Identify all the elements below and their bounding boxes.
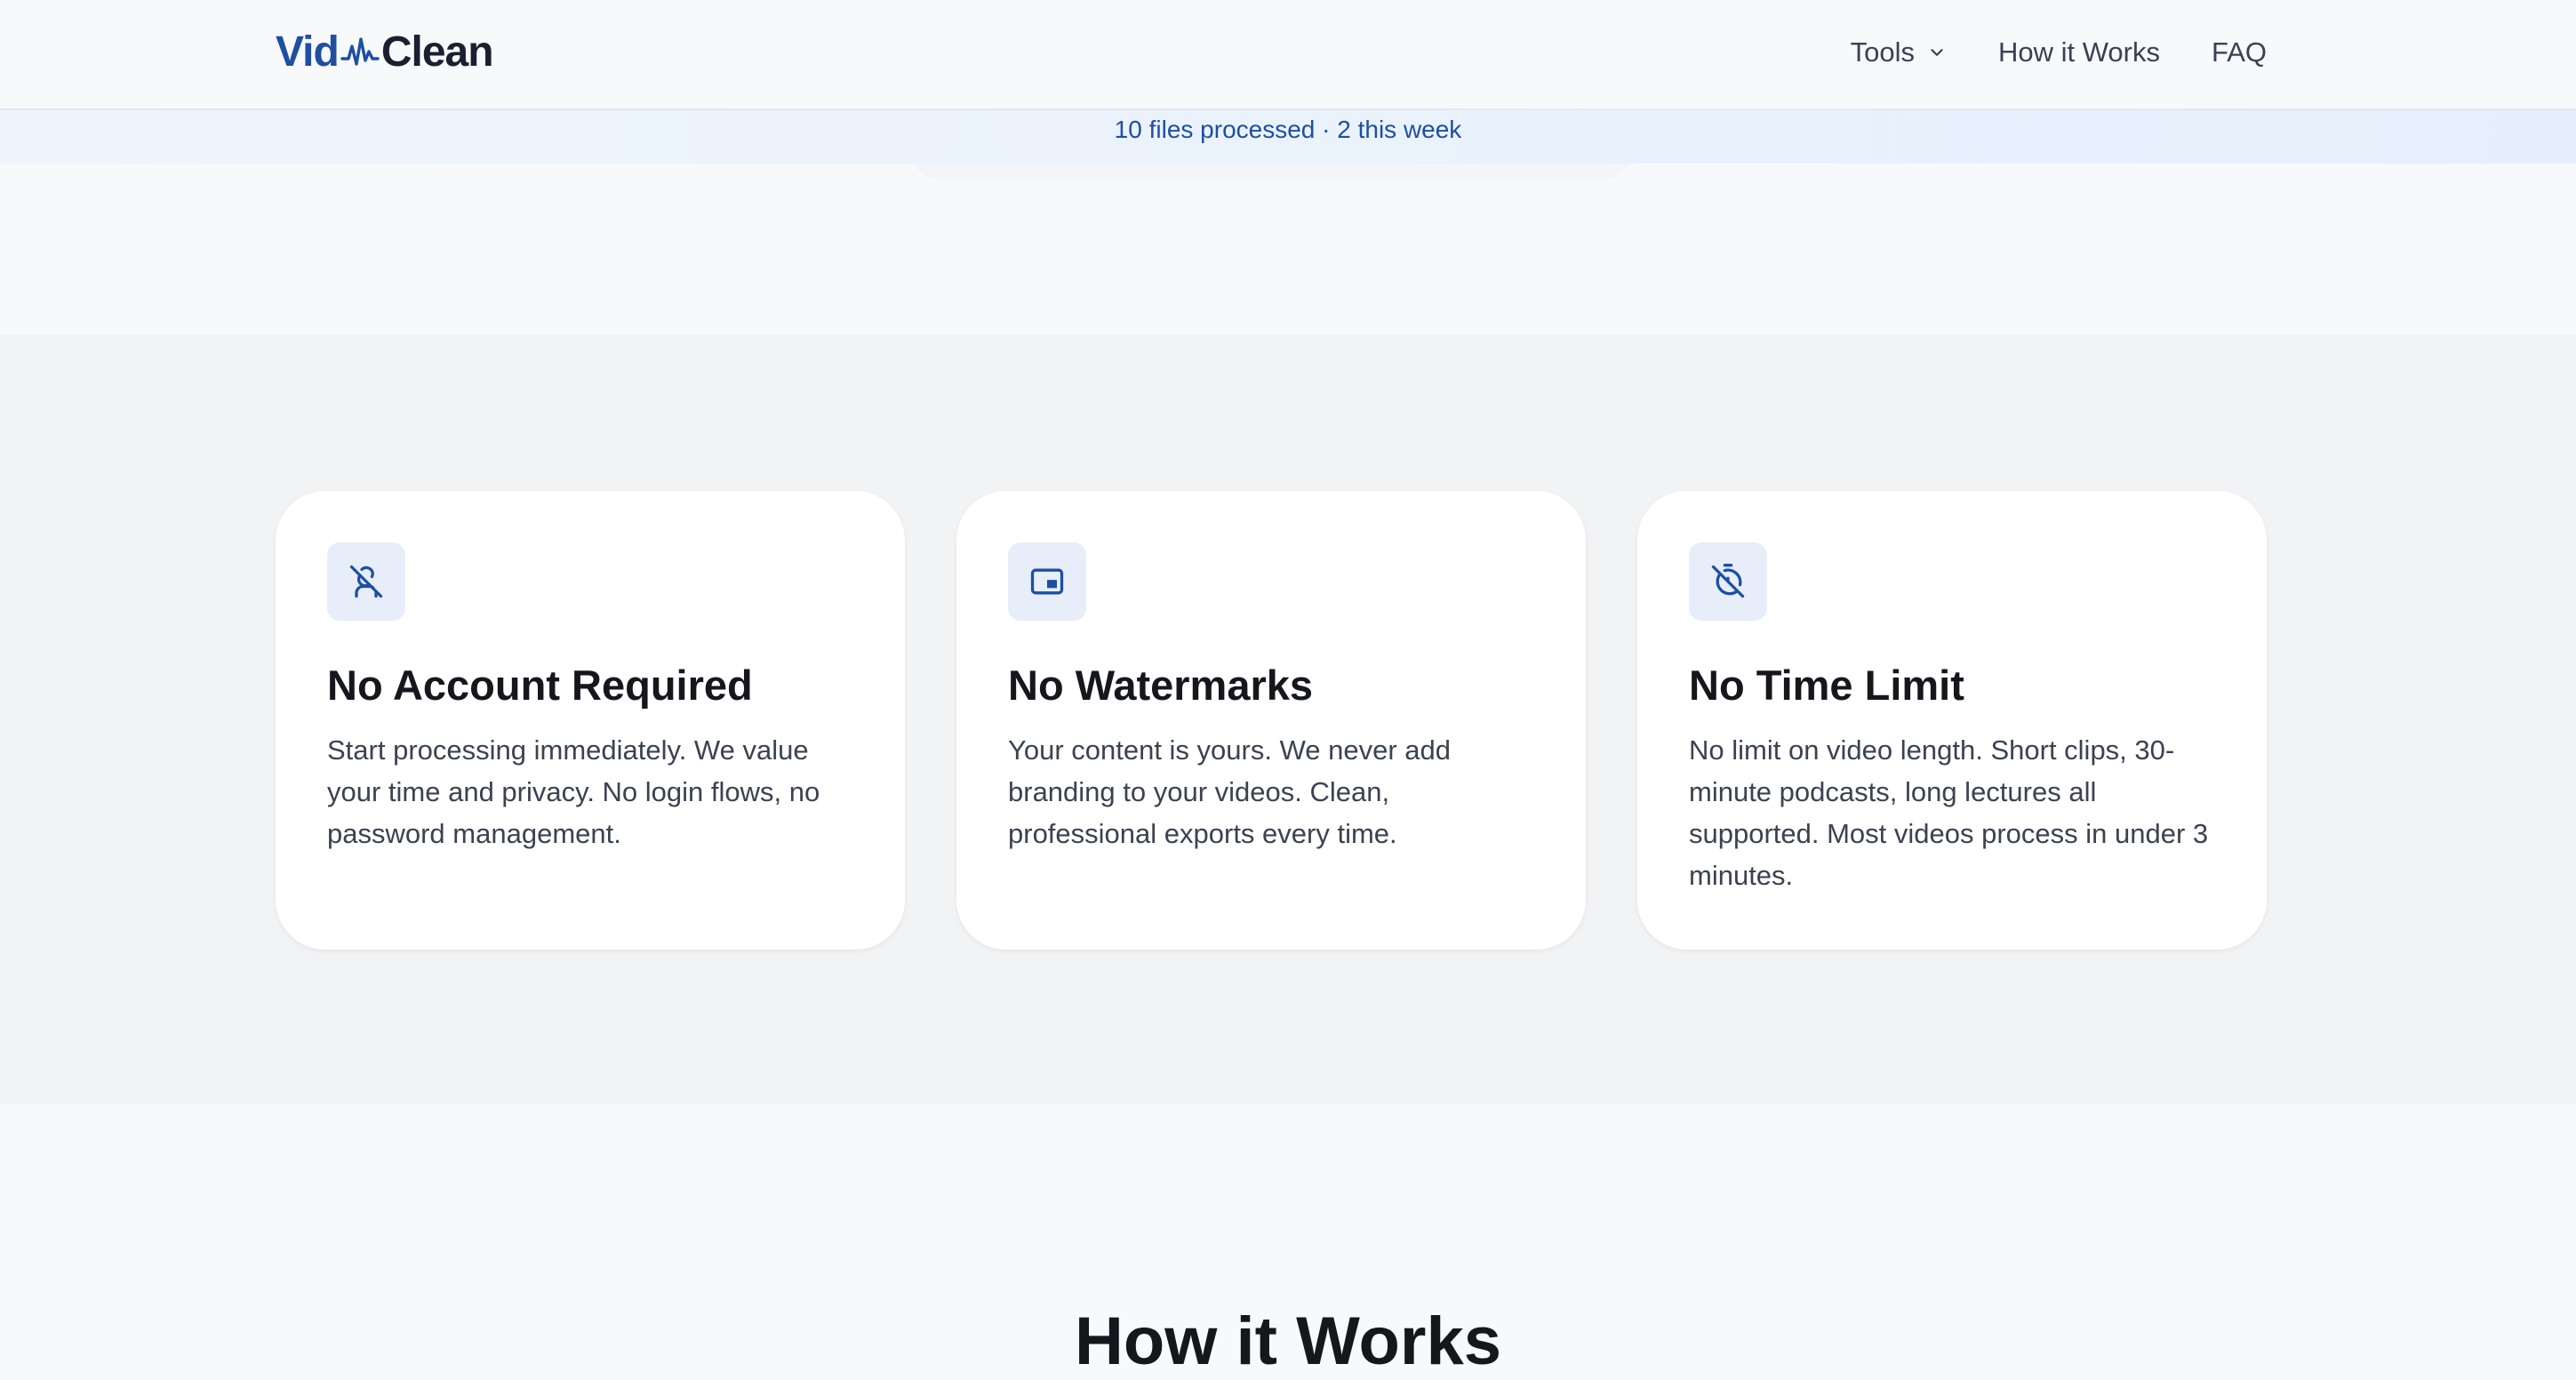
- chevron-down-icon: [1931, 49, 1943, 56]
- how-it-works-heading: How it Works: [1075, 1304, 1501, 1380]
- features-section: No Account Required Start processing imm…: [0, 334, 2576, 1104]
- feature-card-no-time-limit: No Time Limit No limit on video length. …: [1637, 491, 2267, 950]
- picture-in-picture-icon: [1030, 568, 1064, 595]
- nav-how-it-works[interactable]: How it Works: [1998, 36, 2160, 68]
- timer-off-icon: [1711, 564, 1745, 598]
- feature-description: No limit on video length. Short clips, 3…: [1689, 734, 2209, 891]
- nav-how-it-works-label: How it Works: [1997, 36, 2160, 68]
- feature-title: No Watermarks: [1008, 662, 1314, 709]
- nav-faq[interactable]: FAQ: [2212, 36, 2267, 68]
- nav-faq-label: FAQ: [2211, 36, 2267, 68]
- user-off-icon: [349, 565, 383, 598]
- feature-description: Start processing immediately. We value y…: [327, 734, 820, 849]
- feature-card-no-watermarks: No Watermarks Your content is yours. We …: [956, 491, 1586, 950]
- waveform-icon: [340, 37, 380, 66]
- feature-icon-box: [327, 542, 405, 621]
- logo[interactable]: Vid Clean: [276, 25, 494, 78]
- logo-text-vid: Vid: [276, 28, 340, 76]
- feature-description: Your content is yours. We never add bran…: [1008, 734, 1452, 849]
- nav-tools[interactable]: Tools: [1851, 36, 1947, 68]
- stats-text: 10 files processed · 2 this week: [1114, 116, 1462, 143]
- feature-card-no-account: No Account Required Start processing imm…: [276, 491, 905, 950]
- feature-title: No Time Limit: [1689, 662, 1964, 709]
- logo-text-clean: Clean: [380, 28, 494, 76]
- stats-bar: 10 files processed · 2 this week: [0, 110, 2576, 164]
- nav-tools-label: Tools: [1850, 36, 1915, 68]
- feature-title: No Account Required: [327, 662, 753, 709]
- feature-icon-box: [1008, 542, 1086, 621]
- main-nav: Tools How it Works FAQ: [1851, 0, 2267, 105]
- site-header: Vid Clean Tools How it Works FAQ: [0, 0, 2576, 110]
- feature-icon-box: [1689, 542, 1767, 621]
